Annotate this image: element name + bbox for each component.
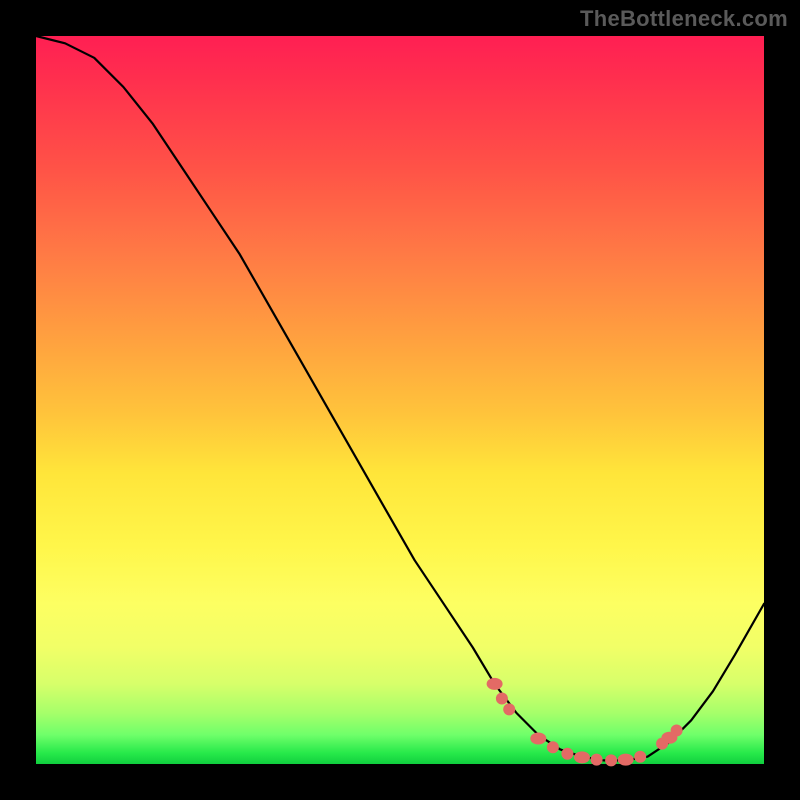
marker-dot	[605, 754, 617, 766]
marker-pill	[487, 678, 503, 690]
marker-dot	[561, 748, 573, 760]
marker-pill	[574, 751, 590, 763]
marker-pill	[530, 733, 546, 745]
marker-dot	[496, 693, 508, 705]
bottleneck-curve	[36, 36, 764, 760]
plot-area	[36, 36, 764, 764]
marker-dot	[671, 725, 683, 737]
chart-frame: TheBottleneck.com	[0, 0, 800, 800]
plot-svg	[36, 36, 764, 764]
marker-dot	[634, 751, 646, 763]
watermark-text: TheBottleneck.com	[580, 6, 788, 32]
marker-dot	[547, 741, 559, 753]
marker-pill	[618, 754, 634, 766]
marker-dot	[591, 754, 603, 766]
marker-dot	[503, 703, 515, 715]
